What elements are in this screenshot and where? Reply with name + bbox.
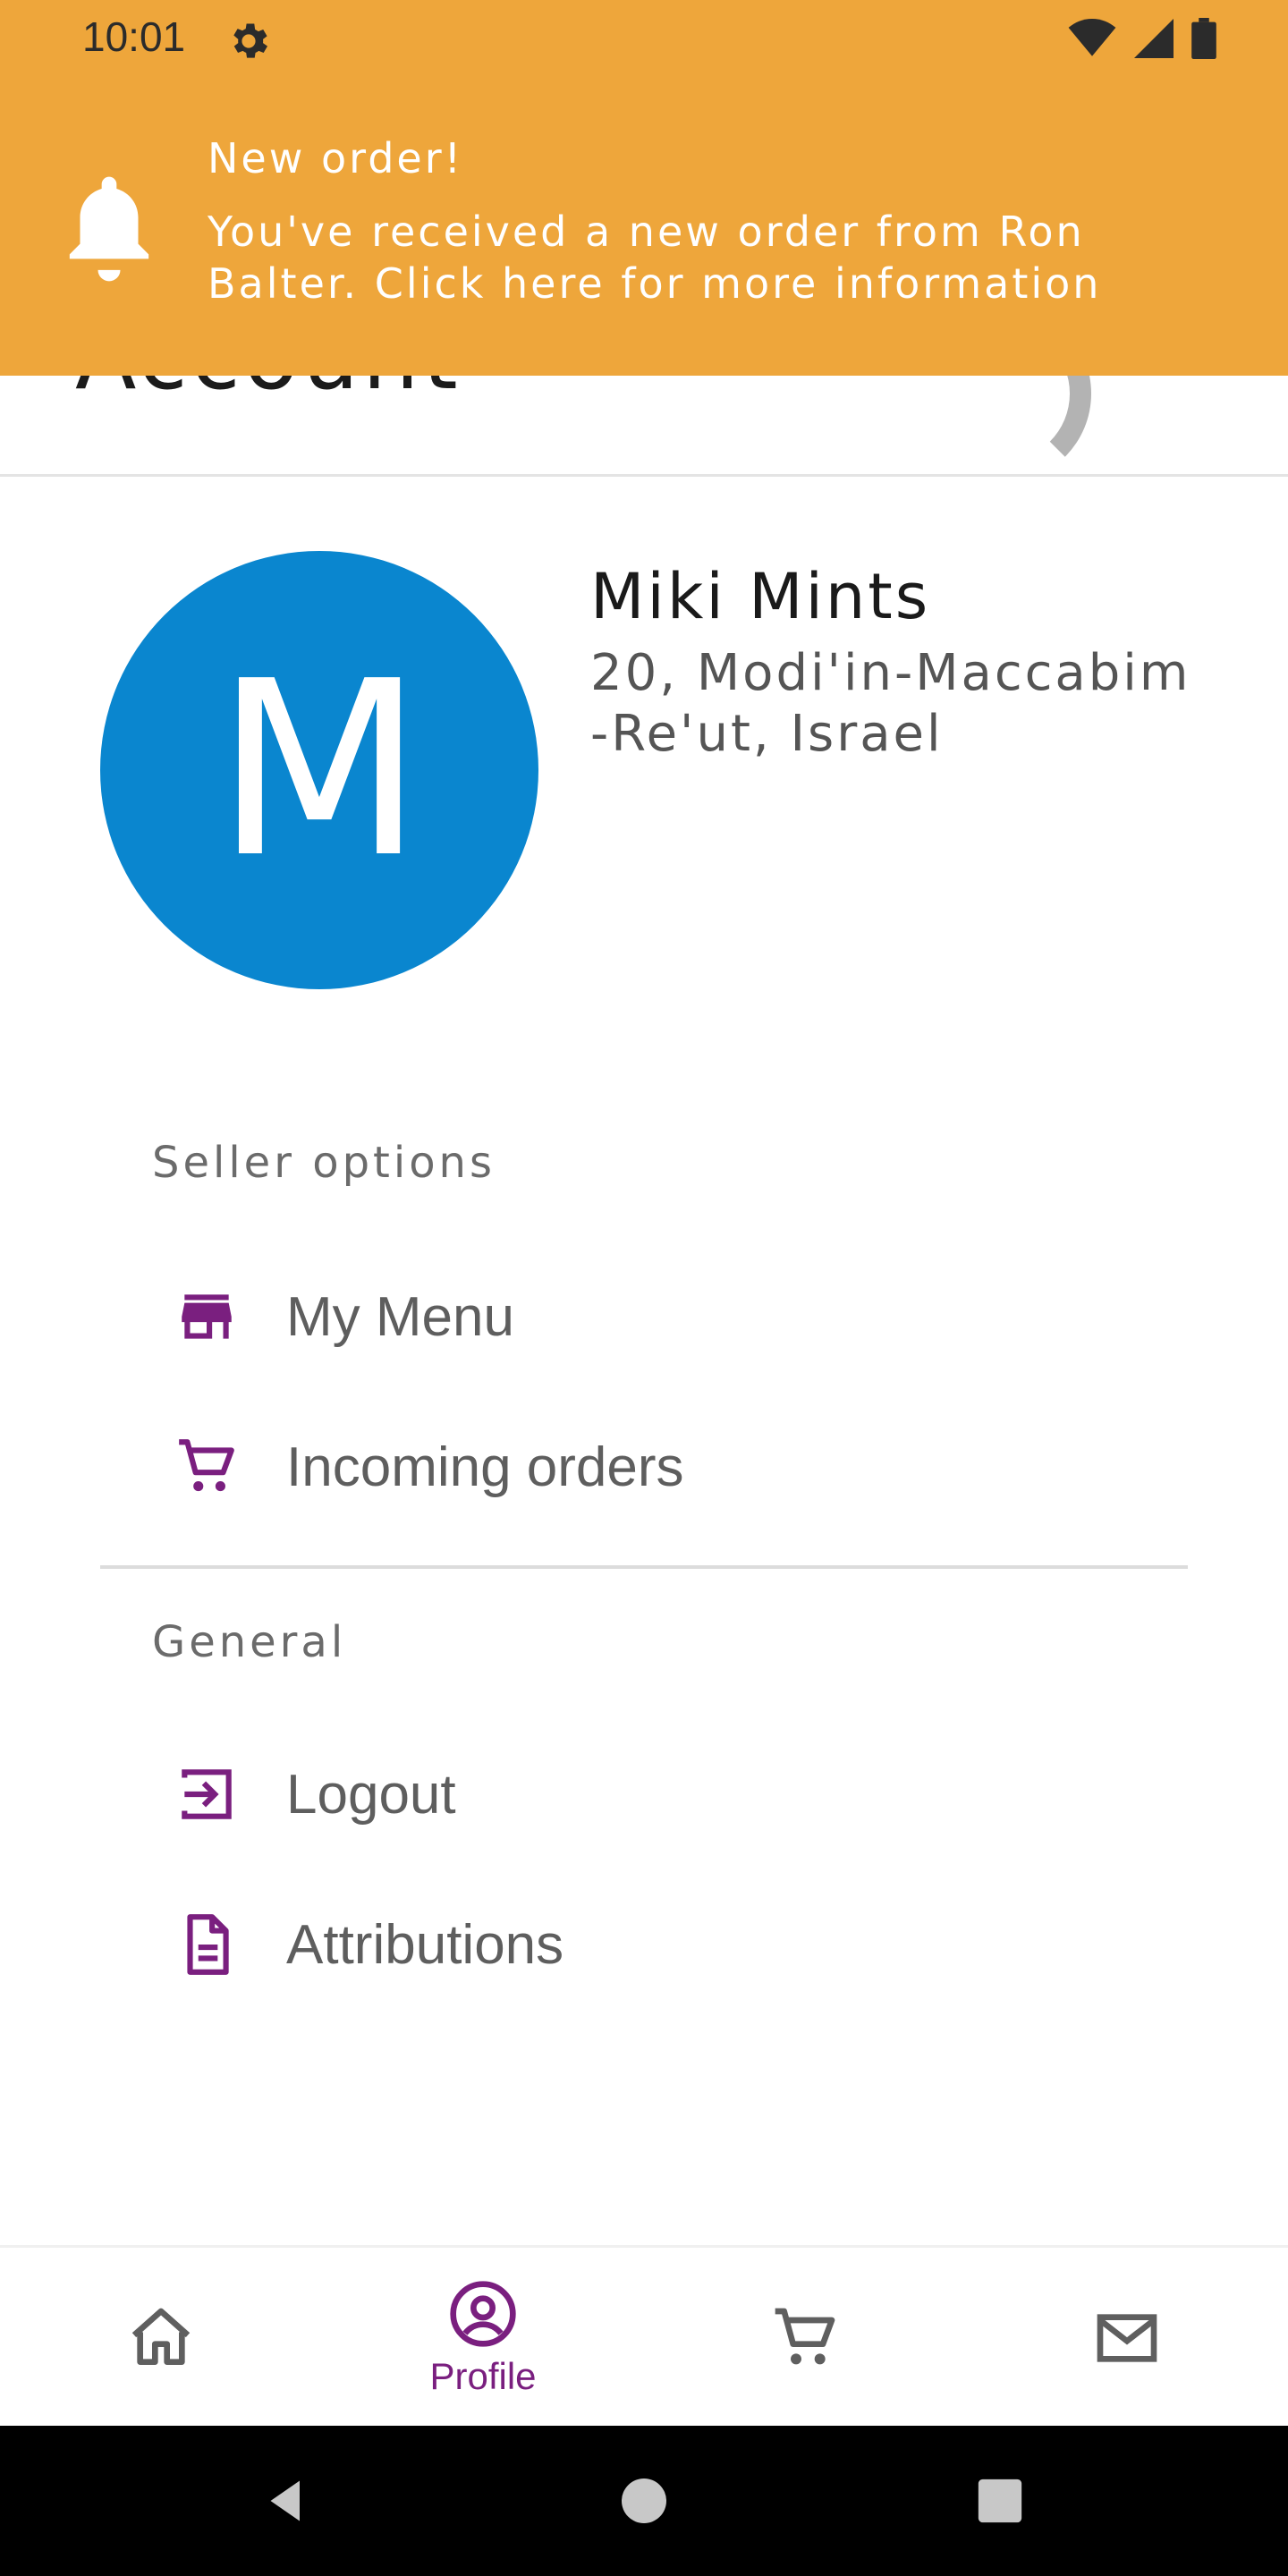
nav-item-profile[interactable]: Profile (322, 2248, 644, 2428)
home-button[interactable] (608, 2465, 680, 2537)
nav-item-messages[interactable] (966, 2248, 1288, 2428)
menu-item-attributions[interactable]: Attributions (100, 1877, 1188, 2012)
menu-label: Logout (286, 1763, 456, 1826)
back-icon (270, 2480, 300, 2521)
profile-card: M Miki Mints 20, Modi'in-Maccabim-Re'ut,… (0, 501, 1288, 1038)
bell-icon (69, 176, 149, 282)
menu-item-my-menu[interactable]: My Menu (100, 1250, 1188, 1384)
section-title-general: General (152, 1617, 347, 1667)
system-navigation-bar (0, 2426, 1288, 2576)
cart-icon (166, 1427, 247, 1507)
notification-title: New order! (208, 134, 464, 182)
wifi-icon (1068, 19, 1116, 56)
menu-label: Incoming orders (286, 1436, 684, 1498)
logout-icon (166, 1754, 247, 1835)
section-divider (100, 1565, 1188, 1569)
back-button[interactable] (250, 2465, 322, 2537)
square-icon (978, 2479, 1022, 2523)
section-title-seller-options: Seller options (152, 1138, 496, 1188)
mail-icon (1097, 2314, 1157, 2362)
profile-name: Miki Mints (590, 560, 931, 633)
order-notification[interactable]: 10:01 New order! You've received a new o… (0, 0, 1288, 376)
home-icon (131, 2308, 191, 2365)
nav-item-cart[interactable] (644, 2248, 966, 2428)
signal-icon (1134, 19, 1174, 58)
menu-label: Attributions (286, 1913, 564, 1976)
store-icon (166, 1276, 247, 1357)
nav-item-home[interactable] (0, 2248, 322, 2428)
menu-item-logout[interactable]: Logout (100, 1727, 1188, 1861)
battery-icon (1191, 18, 1216, 59)
status-time: 10:01 (82, 13, 186, 60)
menu-item-incoming-orders[interactable]: Incoming orders (100, 1400, 1188, 1534)
cart-icon (775, 2308, 835, 2365)
bottom-navigation: Profile (0, 2245, 1288, 2426)
profile-icon (450, 2281, 516, 2347)
recents-button[interactable] (964, 2465, 1036, 2537)
notification-body: You've received a new order from Ron Bal… (208, 208, 1102, 308)
profile-info: Miki Mints 20, Modi'in-Maccabim-Re'ut, I… (590, 555, 1270, 765)
avatar[interactable]: M (100, 551, 538, 989)
gear-icon (233, 23, 268, 58)
status-icons (1068, 18, 1216, 59)
circle-icon (622, 2479, 666, 2523)
menu-label: My Menu (286, 1285, 514, 1348)
document-icon (166, 1904, 247, 1985)
profile-address: 20, Modi'in-Maccabim-Re'ut, Israel (590, 643, 1191, 763)
nav-label-profile: Profile (429, 2355, 537, 2397)
